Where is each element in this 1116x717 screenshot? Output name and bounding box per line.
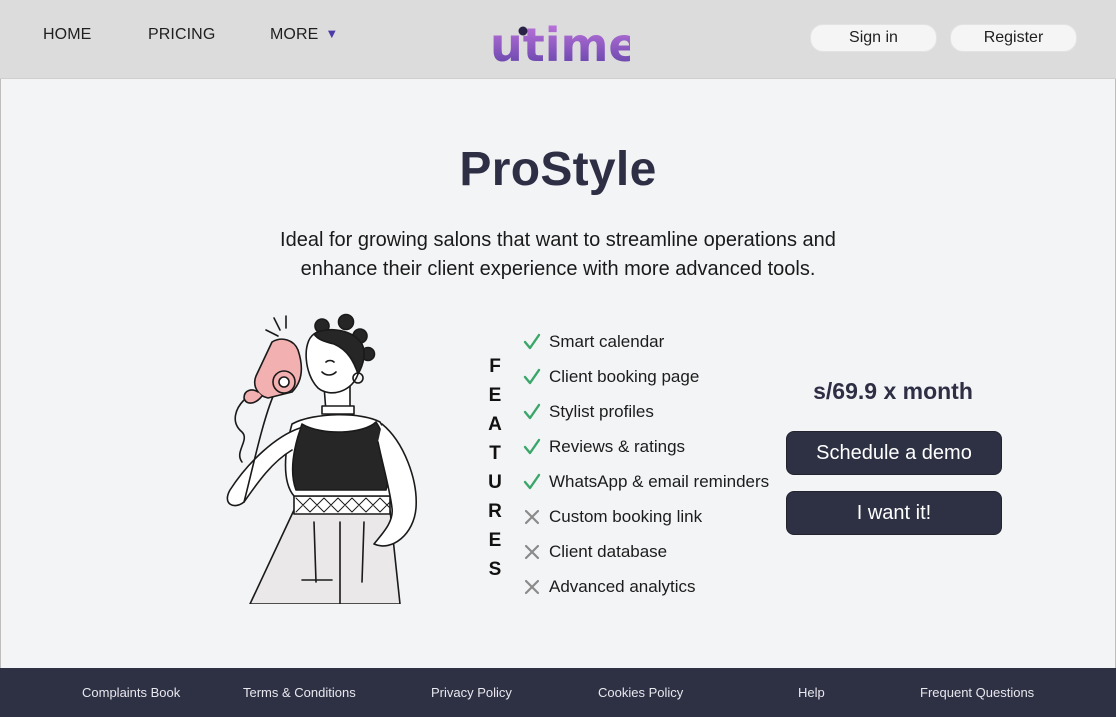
stylist-with-hairdryer-illustration bbox=[226, 313, 417, 604]
logo-dot-icon bbox=[518, 26, 528, 36]
nav-more-label: MORE bbox=[270, 26, 319, 43]
feature-label: Reviews & ratings bbox=[549, 437, 686, 457]
top-navigation-bar: HOME PRICING MORE ▼ utime Sign in Registe… bbox=[0, 0, 1116, 79]
footer-privacy-link[interactable]: Privacy Policy bbox=[431, 685, 512, 700]
footer-help-link[interactable]: Help bbox=[798, 685, 825, 700]
feature-label: Client database bbox=[549, 541, 668, 561]
feature-label: Client booking page bbox=[549, 367, 700, 387]
feature-item: Custom booking link bbox=[522, 499, 769, 534]
cross-icon bbox=[522, 507, 542, 527]
feature-label: Smart calendar bbox=[549, 332, 665, 352]
features-letter: F bbox=[489, 356, 501, 377]
plan-description: Ideal for growing salons that want to st… bbox=[238, 226, 878, 284]
check-icon bbox=[522, 332, 542, 352]
cross-icon bbox=[522, 542, 542, 562]
utime-logo[interactable]: utime bbox=[490, 7, 630, 69]
feature-item: Client database bbox=[522, 534, 769, 569]
buy-plan-button[interactable]: I want it! bbox=[786, 491, 1002, 535]
check-icon bbox=[522, 367, 542, 387]
plan-description-line: Ideal for growing salons that want to st… bbox=[280, 229, 836, 251]
nav-home-link[interactable]: HOME bbox=[43, 26, 91, 44]
feature-label: Advanced analytics bbox=[549, 576, 696, 596]
check-icon bbox=[522, 402, 542, 422]
feature-list: Smart calendar Client booking page Styli… bbox=[522, 325, 769, 604]
features-letter: U bbox=[488, 472, 502, 493]
nav-more-dropdown[interactable]: MORE ▼ bbox=[270, 26, 338, 44]
features-letter: S bbox=[488, 559, 502, 580]
cross-icon bbox=[522, 577, 542, 597]
feature-item: Reviews & ratings bbox=[522, 430, 769, 465]
feature-label: WhatsApp & email reminders bbox=[549, 472, 770, 491]
feature-item: Client booking page bbox=[522, 360, 769, 395]
nav-pricing-link[interactable]: PRICING bbox=[148, 26, 215, 44]
features-letter: E bbox=[488, 385, 502, 406]
plan-title: ProStyle bbox=[459, 143, 657, 196]
schedule-demo-button[interactable]: Schedule a demo bbox=[786, 431, 1002, 475]
features-letter: R bbox=[488, 501, 502, 522]
footer-cookies-link[interactable]: Cookies Policy bbox=[598, 685, 683, 700]
features-letter: T bbox=[489, 443, 501, 464]
footer-complaints-book-link[interactable]: Complaints Book bbox=[82, 685, 180, 700]
feature-item: Smart calendar bbox=[522, 325, 769, 360]
feature-label: Custom booking link bbox=[549, 506, 703, 526]
check-icon bbox=[522, 472, 542, 492]
check-icon bbox=[522, 437, 542, 457]
feature-item: WhatsApp & email reminders bbox=[522, 465, 769, 500]
features-letter: E bbox=[488, 530, 502, 551]
footer: Complaints Book Terms & Conditions Priva… bbox=[0, 668, 1116, 717]
caret-down-icon: ▼ bbox=[325, 26, 339, 41]
feature-label: Stylist profiles bbox=[549, 402, 654, 422]
plan-description-line: enhance their client experience with mor… bbox=[300, 258, 816, 280]
register-button[interactable]: Register bbox=[950, 24, 1077, 52]
footer-terms-link[interactable]: Terms & Conditions bbox=[243, 685, 356, 700]
features-letter: A bbox=[488, 414, 502, 435]
features-vertical-label: F E A T U R E S bbox=[486, 352, 504, 584]
feature-item: Advanced analytics bbox=[522, 569, 769, 604]
logo-wordmark: utime bbox=[490, 18, 630, 69]
footer-faq-link[interactable]: Frequent Questions bbox=[920, 685, 1034, 700]
plan-price: s/69.9 x month bbox=[813, 378, 973, 404]
sign-in-button[interactable]: Sign in bbox=[810, 24, 937, 52]
feature-item: Stylist profiles bbox=[522, 395, 769, 430]
